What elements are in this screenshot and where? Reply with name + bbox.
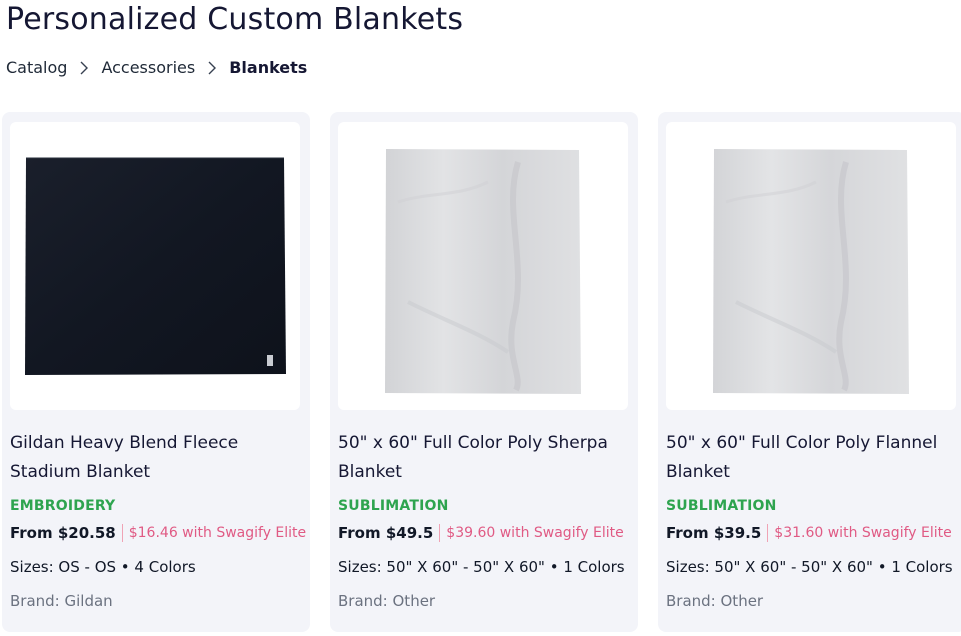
breadcrumb: Catalog Accessories Blankets (6, 56, 307, 80)
price-divider (121, 524, 123, 542)
chevron-right-icon (67, 61, 101, 75)
product-name[interactable]: Gildan Heavy Blend Fleece Stadium Blanke… (10, 429, 306, 487)
elite-price: $39.60 with Swagify Elite (446, 525, 624, 541)
product-name[interactable]: 50" x 60" Full Color Poly Flannel Blanke… (666, 429, 961, 487)
technique-label: SUBLIMATION (338, 498, 449, 514)
black-fleece-blanket-image (25, 157, 286, 375)
elite-price: $16.46 with Swagify Elite (128, 525, 307, 541)
brand: Brand: Other (338, 592, 436, 610)
white-flannel-blanket-image (713, 149, 909, 394)
price-divider (439, 524, 441, 542)
elite-price: $31.60 with Swagify Elite (774, 525, 952, 541)
product-card[interactable]: 50" x 60" Full Color Poly Flannel Blanke… (658, 112, 961, 632)
breadcrumb-current: Blankets (229, 58, 308, 77)
price-row: From $49.5 $39.60 with Swagify Elite (338, 524, 624, 542)
breadcrumb-catalog-link[interactable]: Catalog (6, 56, 67, 80)
price-row: From $20.58 $16.46 with Swagify Elite (10, 524, 306, 542)
white-sherpa-blanket-image (385, 149, 581, 394)
brand: Brand: Gildan (10, 592, 113, 610)
brand: Brand: Other (666, 592, 764, 610)
page-title: Personalized Custom Blankets (6, 2, 464, 37)
sizes-colors: Sizes: OS - OS • 4 Colors (10, 558, 196, 576)
technique-label: EMBROIDERY (10, 498, 116, 514)
breadcrumb-accessories-link[interactable]: Accessories (101, 56, 195, 80)
sizes-colors: Sizes: 50" X 60" - 50" X 60" • 1 Colors (338, 558, 625, 576)
price: From $20.58 (10, 524, 116, 542)
product-image[interactable] (10, 122, 300, 410)
product-image[interactable] (338, 122, 628, 410)
product-name[interactable]: 50" x 60" Full Color Poly Sherpa Blanket (338, 429, 634, 487)
product-card[interactable]: 50" x 60" Full Color Poly Sherpa Blanket… (330, 112, 638, 632)
product-image[interactable] (666, 122, 956, 410)
chevron-right-icon (195, 61, 229, 75)
price-divider (767, 524, 769, 542)
product-card[interactable]: Gildan Heavy Blend Fleece Stadium Blanke… (2, 112, 310, 632)
price: From $49.5 (338, 524, 434, 542)
price-row: From $39.5 $31.60 with Swagify Elite (666, 524, 952, 542)
sizes-colors: Sizes: 50" X 60" - 50" X 60" • 1 Colors (666, 558, 953, 576)
product-grid: Gildan Heavy Blend Fleece Stadium Blanke… (0, 112, 961, 636)
price: From $39.5 (666, 524, 762, 542)
technique-label: SUBLIMATION (666, 498, 777, 514)
